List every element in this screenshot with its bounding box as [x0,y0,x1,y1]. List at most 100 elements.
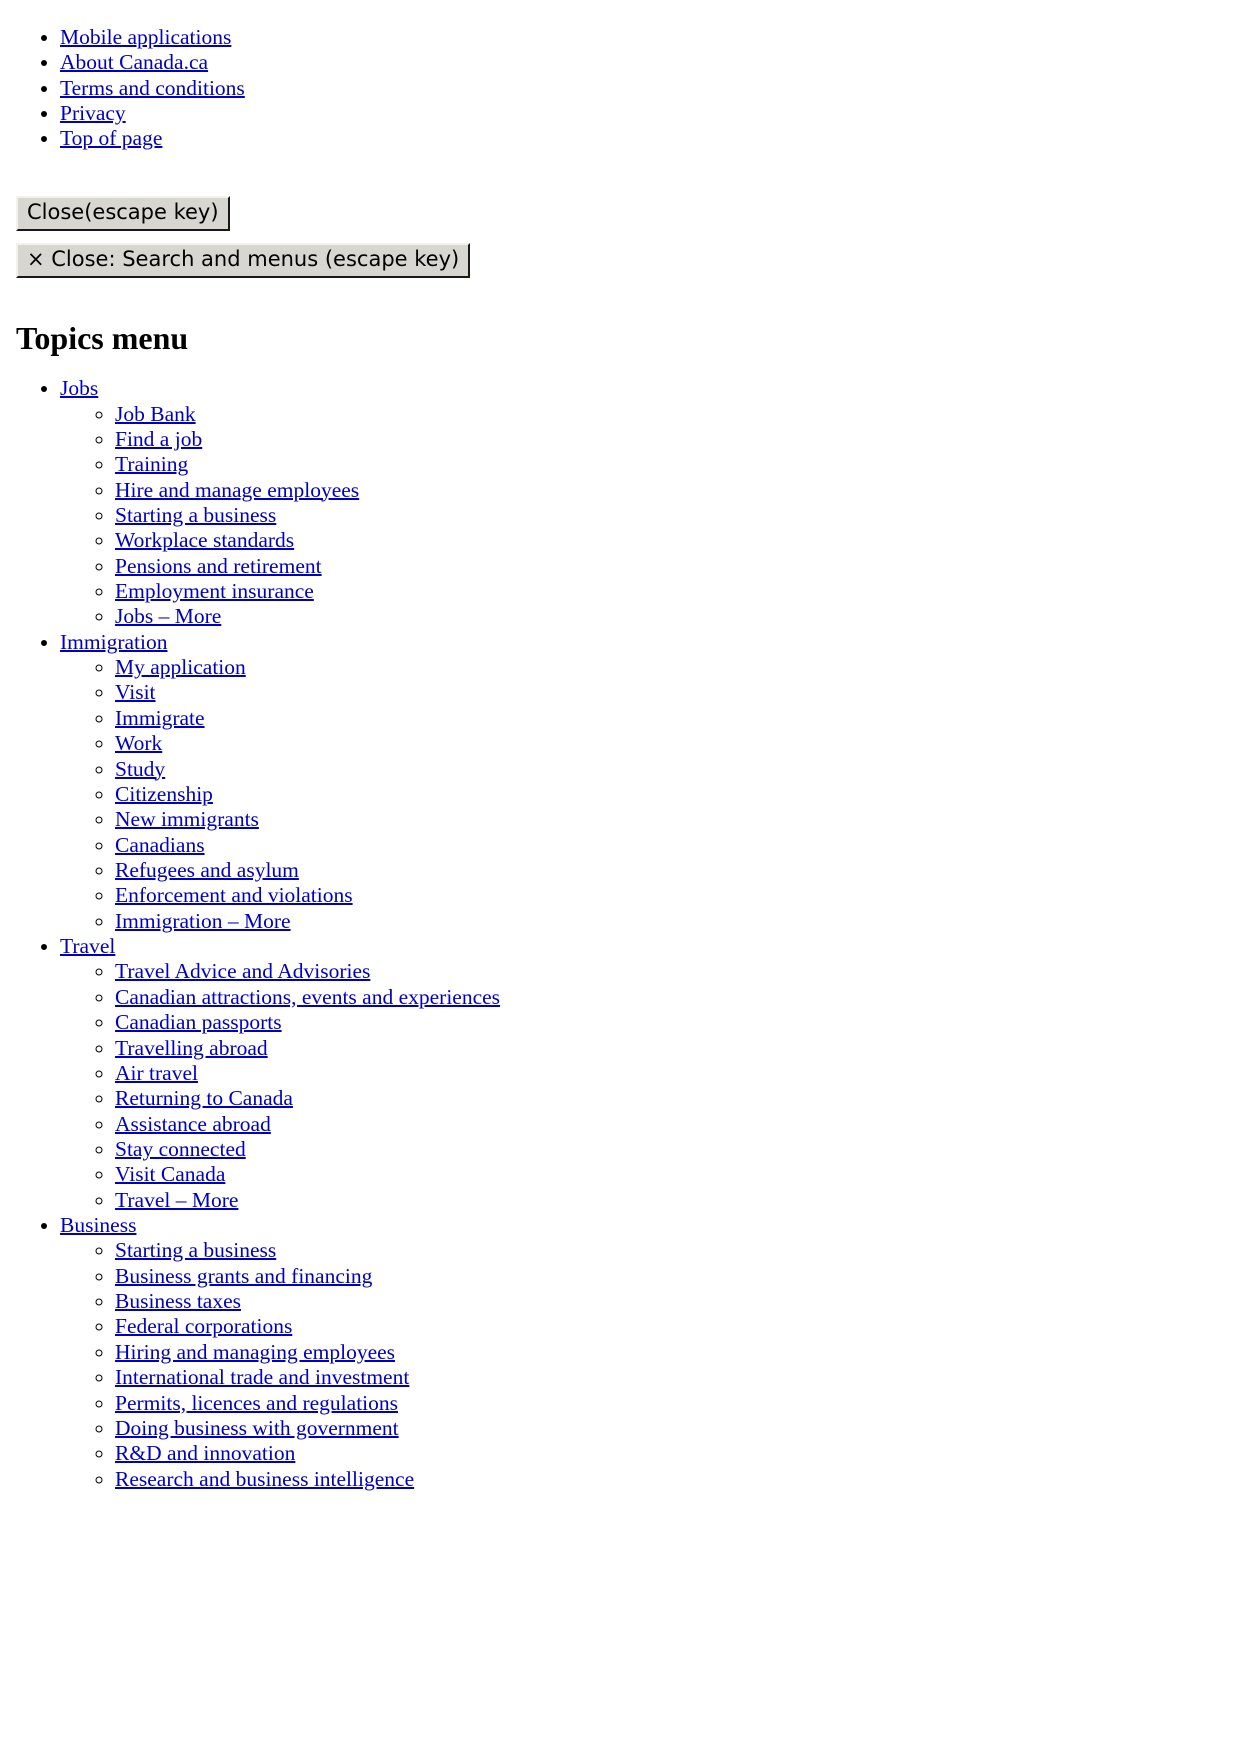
list-item: International trade and investment [115,1365,1232,1390]
list-item: Business taxes [115,1289,1232,1314]
topic-sublink-work[interactable]: Work [115,731,162,755]
topic-sublink-assistance-abroad[interactable]: Assistance abroad [115,1112,271,1136]
topic-item-business: BusinessStarting a businessBusiness gran… [60,1213,1232,1492]
list-item: Stay connected [115,1137,1232,1162]
list-item: Canadian attractions, events and experie… [115,985,1232,1010]
topic-sublink-enforcement-and-violations[interactable]: Enforcement and violations [115,883,353,907]
topic-sublink-find-a-job[interactable]: Find a job [115,427,202,451]
list-item: Work [115,731,1232,756]
list-item: Canadian passports [115,1010,1232,1035]
topic-item-jobs: JobsJob BankFind a jobTrainingHire and m… [60,376,1232,630]
footer-links-list: Mobile applicationsAbout Canada.caTerms … [8,25,1232,152]
footer-link-mobile-applications[interactable]: Mobile applications [60,25,231,49]
topic-sublink-employment-insurance[interactable]: Employment insurance [115,579,314,603]
topic-sublink-starting-a-business[interactable]: Starting a business [115,1238,276,1262]
topic-sublink-international-trade-and-investment[interactable]: International trade and investment [115,1365,409,1389]
topic-sublink-starting-a-business[interactable]: Starting a business [115,503,276,527]
topic-sublink-returning-to-canada[interactable]: Returning to Canada [115,1086,293,1110]
topic-sublink-travel-advice-and-advisories[interactable]: Travel Advice and Advisories [115,959,370,983]
list-item: Air travel [115,1061,1232,1086]
topic-sublink-federal-corporations[interactable]: Federal corporations [115,1314,292,1338]
topic-sublink-travel-more[interactable]: Travel – More [115,1188,238,1212]
list-item: Visit [115,680,1232,705]
list-item: Workplace standards [115,528,1232,553]
list-item: Travel – More [115,1188,1232,1213]
list-item: Canadians [115,833,1232,858]
topic-item-travel: TravelTravel Advice and AdvisoriesCanadi… [60,934,1232,1213]
topic-sublink-business-grants-and-financing[interactable]: Business grants and financing [115,1264,372,1288]
list-item: Immigration – More [115,909,1232,934]
topic-sublink-immigrate[interactable]: Immigrate [115,706,205,730]
topic-sublink-workplace-standards[interactable]: Workplace standards [115,528,294,552]
list-item: Starting a business [115,503,1232,528]
list-item: R&D and innovation [115,1441,1232,1466]
list-item: Citizenship [115,782,1232,807]
list-item: Top of page [60,126,1232,151]
topic-sublink-new-immigrants[interactable]: New immigrants [115,807,259,831]
topic-sublist-immigration: My applicationVisitImmigrateWorkStudyCit… [60,655,1232,934]
topic-sublist-jobs: Job BankFind a jobTrainingHire and manag… [60,402,1232,630]
topic-sublink-doing-business-with-government[interactable]: Doing business with government [115,1416,399,1440]
list-item: Training [115,452,1232,477]
topic-sublink-citizenship[interactable]: Citizenship [115,782,213,806]
topic-sublink-hiring-and-managing-employees[interactable]: Hiring and managing employees [115,1340,395,1364]
topic-sublink-r-d-and-innovation[interactable]: R&D and innovation [115,1441,295,1465]
close-button[interactable]: Close(escape key) [16,195,230,231]
list-item: Doing business with government [115,1416,1232,1441]
list-item: Research and business intelligence [115,1467,1232,1492]
footer-link-top-of-page[interactable]: Top of page [60,126,162,150]
topic-sublink-stay-connected[interactable]: Stay connected [115,1137,246,1161]
list-item: Travelling abroad [115,1036,1232,1061]
footer-link-terms-and-conditions[interactable]: Terms and conditions [60,76,245,100]
topic-sublink-travelling-abroad[interactable]: Travelling abroad [115,1036,268,1060]
list-item: Travel Advice and Advisories [115,959,1232,984]
list-item: My application [115,655,1232,680]
list-item: Find a job [115,427,1232,452]
topic-sublink-my-application[interactable]: My application [115,655,246,679]
topic-sublist-travel: Travel Advice and AdvisoriesCanadian att… [60,959,1232,1213]
list-item: Starting a business [115,1238,1232,1263]
topic-sublist-business: Starting a businessBusiness grants and f… [60,1238,1232,1492]
list-item: Visit Canada [115,1162,1232,1187]
topic-sublink-training[interactable]: Training [115,452,188,476]
topic-sublink-canadian-passports[interactable]: Canadian passports [115,1010,282,1034]
topic-sublink-jobs-more[interactable]: Jobs – More [115,604,221,628]
topic-sublink-air-travel[interactable]: Air travel [115,1061,198,1085]
list-item: Jobs – More [115,604,1232,629]
topic-sublink-research-and-business-intelligence[interactable]: Research and business intelligence [115,1467,414,1491]
topic-sublink-business-taxes[interactable]: Business taxes [115,1289,241,1313]
topic-sublink-permits-licences-and-regulations[interactable]: Permits, licences and regulations [115,1391,398,1415]
list-item: Immigrate [115,706,1232,731]
list-item: Permits, licences and regulations [115,1391,1232,1416]
topic-sublink-hire-and-manage-employees[interactable]: Hire and manage employees [115,478,359,502]
topic-link-business[interactable]: Business [60,1213,136,1237]
list-item: Enforcement and violations [115,883,1232,908]
close-search-menus-button-row: × Close: Search and menus (escape key) [16,242,1232,278]
close-search-and-menus-button[interactable]: × Close: Search and menus (escape key) [16,242,471,278]
topic-link-travel[interactable]: Travel [60,934,115,958]
topic-sublink-pensions-and-retirement[interactable]: Pensions and retirement [115,554,322,578]
topic-item-immigration: ImmigrationMy applicationVisitImmigrateW… [60,630,1232,934]
topic-sublink-visit-canada[interactable]: Visit Canada [115,1162,225,1186]
topic-sublink-immigration-more[interactable]: Immigration – More [115,909,291,933]
list-item: Job Bank [115,402,1232,427]
topic-sublink-study[interactable]: Study [115,757,165,781]
list-item: Study [115,757,1232,782]
topic-sublink-job-bank[interactable]: Job Bank [115,402,196,426]
list-item: Mobile applications [60,25,1232,50]
list-item: New immigrants [115,807,1232,832]
list-item: Assistance abroad [115,1112,1232,1137]
topic-sublink-canadian-attractions-events-and-experiences[interactable]: Canadian attractions, events and experie… [115,985,500,1009]
topics-menu-list: JobsJob BankFind a jobTrainingHire and m… [8,376,1232,1492]
list-item: About Canada.ca [60,50,1232,75]
topic-link-immigration[interactable]: Immigration [60,630,167,654]
topic-sublink-visit[interactable]: Visit [115,680,156,704]
topic-sublink-canadians[interactable]: Canadians [115,833,205,857]
topic-link-jobs[interactable]: Jobs [60,376,98,400]
close-button-row: Close(escape key) [16,195,1232,231]
list-item: Federal corporations [115,1314,1232,1339]
footer-link-privacy[interactable]: Privacy [60,101,126,125]
footer-link-about-canada-ca[interactable]: About Canada.ca [60,50,208,74]
list-item: Returning to Canada [115,1086,1232,1111]
topic-sublink-refugees-and-asylum[interactable]: Refugees and asylum [115,858,299,882]
